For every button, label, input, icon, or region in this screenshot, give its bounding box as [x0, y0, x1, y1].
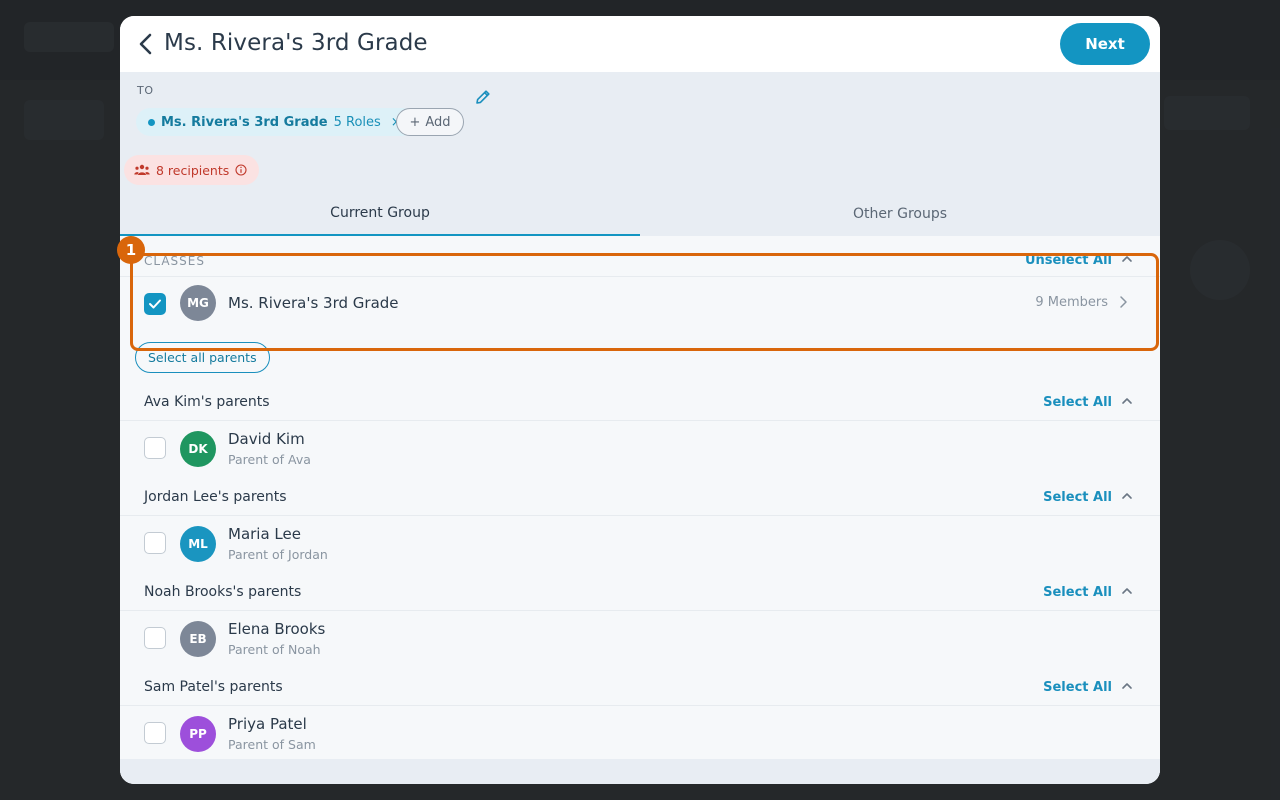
- select-all-parents-button[interactable]: Select all parents: [135, 342, 270, 373]
- parent-group-header: Jordan Lee's parents Select All: [120, 477, 1160, 517]
- parent-relation: Parent of Ava: [228, 452, 311, 467]
- add-label: Add: [425, 114, 451, 130]
- back-arrow-icon: [139, 33, 152, 55]
- recipient-chip[interactable]: Ms. Rivera's 3rd Grade 5 Roles ×: [136, 108, 416, 136]
- add-button[interactable]: + Add: [396, 108, 464, 136]
- avatar: ML: [180, 526, 216, 562]
- group-list: CLASSES Unselect All MG Ms. Rivera's 3rd…: [120, 236, 1160, 784]
- parent-group-title: Sam Patel's parents: [144, 679, 283, 695]
- chip-name: Ms. Rivera's 3rd Grade: [161, 114, 328, 130]
- parent-name: Priya Patel: [228, 715, 307, 733]
- parent-relation: Parent of Sam: [228, 737, 316, 752]
- chevron-up-icon[interactable]: [1120, 394, 1134, 408]
- next-button[interactable]: Next: [1060, 23, 1150, 65]
- back-button[interactable]: [130, 28, 162, 60]
- class-checkbox[interactable]: [144, 293, 166, 315]
- parent-name: Elena Brooks: [228, 620, 326, 638]
- select-all-button[interactable]: Select All: [1043, 490, 1112, 505]
- to-label: TO: [137, 84, 154, 97]
- classes-heading: CLASSES: [144, 254, 205, 268]
- recipients-badge[interactable]: 8 recipients: [124, 155, 260, 185]
- parent-checkbox[interactable]: [144, 532, 166, 554]
- parent-row[interactable]: PP Priya Patel Parent of Sam: [120, 705, 1160, 759]
- chevron-up-icon[interactable]: [1120, 489, 1134, 503]
- check-icon: [149, 299, 161, 309]
- tab-current-group[interactable]: Current Group: [120, 192, 640, 236]
- info-icon[interactable]: [235, 164, 247, 176]
- avatar: MG: [180, 285, 216, 321]
- select-all-button[interactable]: Select All: [1043, 680, 1112, 695]
- chevron-up-icon[interactable]: [1120, 252, 1134, 266]
- tab-other-groups[interactable]: Other Groups: [640, 192, 1160, 236]
- chevron-right-icon[interactable]: [1116, 294, 1130, 310]
- chevron-up-icon[interactable]: [1120, 679, 1134, 693]
- parent-group-header: Sam Patel's parents Select All: [120, 667, 1160, 707]
- parent-row[interactable]: ML Maria Lee Parent of Jordan: [120, 515, 1160, 569]
- annotation-badge: 1: [117, 236, 145, 264]
- people-icon: [134, 164, 150, 175]
- parent-checkbox[interactable]: [144, 627, 166, 649]
- select-all-button[interactable]: Select All: [1043, 585, 1112, 600]
- recipients-count: 8 recipients: [156, 162, 230, 178]
- parent-relation: Parent of Noah: [228, 642, 321, 657]
- parent-group-title: Jordan Lee's parents: [144, 489, 287, 505]
- chip-dot: [148, 118, 155, 126]
- parent-checkbox[interactable]: [144, 722, 166, 744]
- parent-row[interactable]: DK David Kim Parent of Ava: [120, 420, 1160, 474]
- classes-section-header: CLASSES Unselect All: [120, 240, 1160, 280]
- parent-checkbox[interactable]: [144, 437, 166, 459]
- chip-roles: 5 Roles: [333, 114, 381, 130]
- pencil-icon[interactable]: [474, 88, 492, 106]
- tab-bar: Current Group Other Groups: [120, 192, 1160, 236]
- parent-group-title: Noah Brooks's parents: [144, 584, 302, 600]
- parent-group-header: Noah Brooks's parents Select All: [120, 572, 1160, 612]
- parent-row[interactable]: EB Elena Brooks Parent of Noah: [120, 610, 1160, 664]
- plus-icon: +: [409, 114, 421, 130]
- chevron-up-icon[interactable]: [1120, 584, 1134, 598]
- page-title: Ms. Rivera's 3rd Grade: [164, 30, 428, 56]
- modal-header: Ms. Rivera's 3rd Grade Next: [120, 16, 1160, 72]
- list-footer-spacer: [120, 759, 1160, 784]
- parent-group-header: Ava Kim's parents Select All: [120, 382, 1160, 422]
- select-all-button[interactable]: Select All: [1043, 395, 1112, 410]
- avatar: DK: [180, 431, 216, 467]
- class-row[interactable]: MG Ms. Rivera's 3rd Grade 9 Members: [120, 276, 1160, 328]
- parent-group-title: Ava Kim's parents: [144, 394, 270, 410]
- to-section: TO Ms. Rivera's 3rd Grade 5 Roles × + Ad…: [120, 72, 1160, 236]
- parent-name: Maria Lee: [228, 525, 301, 543]
- avatar: EB: [180, 621, 216, 657]
- unselect-all-button[interactable]: Unselect All: [1025, 253, 1112, 268]
- avatar: PP: [180, 716, 216, 752]
- parent-name: David Kim: [228, 430, 305, 448]
- members-count: 9 Members: [1035, 295, 1108, 310]
- recipient-picker-modal: Ms. Rivera's 3rd Grade Next TO Ms. River…: [120, 16, 1160, 784]
- class-name: Ms. Rivera's 3rd Grade: [228, 294, 399, 312]
- parent-relation: Parent of Jordan: [228, 547, 328, 562]
